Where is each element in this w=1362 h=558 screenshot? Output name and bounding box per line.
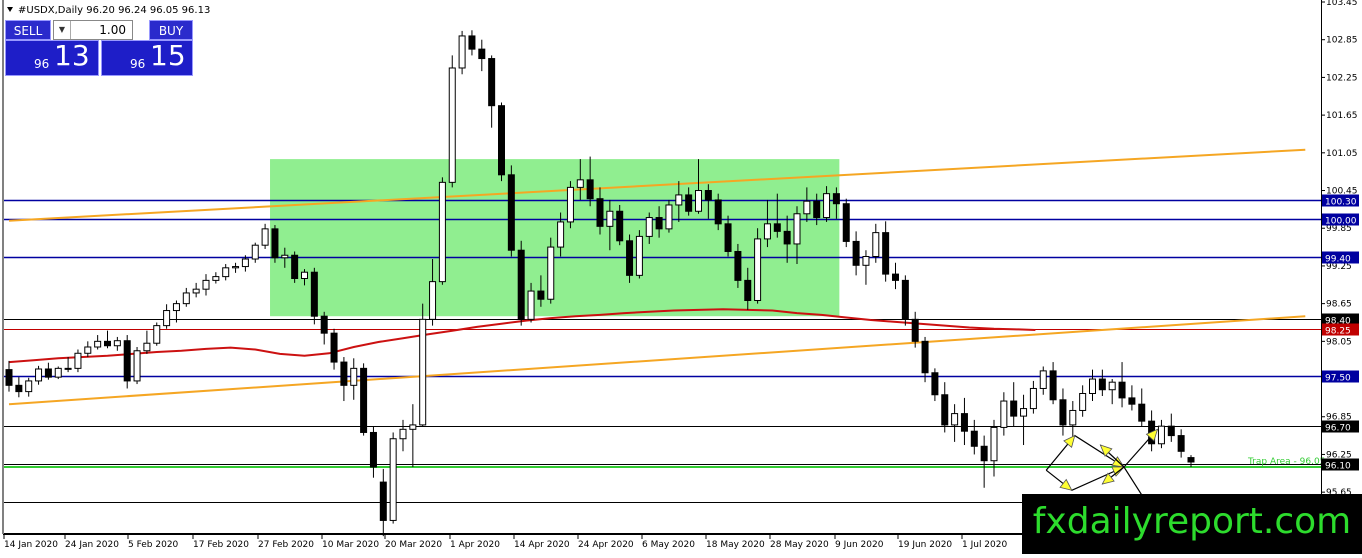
- candle: [566, 181, 574, 229]
- x-tick-label: 24 Apr 2020: [578, 540, 634, 550]
- candle: [665, 199, 673, 233]
- candle: [458, 30, 466, 75]
- candle: [498, 102, 505, 182]
- price-chart[interactable]: Trap Area - 96.05 103.45 102.85 102.25 101.…: [0, 0, 1362, 554]
- x-tick-label: 9 Jun 2020: [835, 540, 884, 550]
- y-tick-label: 103.45: [1326, 0, 1358, 8]
- candle: [438, 177, 446, 285]
- buy-price-box[interactable]: 96 15: [101, 39, 193, 76]
- candle: [635, 230, 643, 279]
- x-tick-label: 1 Jul 2020: [962, 540, 1007, 550]
- level-label: 97.50: [1325, 374, 1351, 384]
- y-tick-label: 102.85: [1326, 36, 1358, 46]
- candle: [153, 322, 161, 346]
- x-tick-label: 10 Mar 2020: [322, 540, 379, 550]
- level-label: 98.25: [1325, 327, 1351, 337]
- candle: [507, 165, 515, 257]
- candle: [360, 363, 368, 436]
- site-watermark: fxdailyreport.com: [1022, 494, 1362, 554]
- candle: [616, 204, 624, 246]
- y-tick-label: 98.05: [1326, 337, 1352, 347]
- x-tick-label: 20 Mar 2020: [385, 540, 442, 550]
- candle: [842, 198, 850, 248]
- candle: [901, 275, 909, 326]
- x-tick-label: 14 Jan 2020: [4, 540, 58, 550]
- level-label: 99.40: [1325, 255, 1351, 265]
- y-tick-label: 101.65: [1326, 111, 1358, 121]
- lot-size-field[interactable]: ▼ 1.00: [53, 20, 133, 40]
- buy-price-pips: 15: [150, 39, 186, 72]
- x-tick-label: 1 Apr 2020: [450, 540, 500, 550]
- symbol-header: #USDX,Daily 96.20 96.24 96.05 96.13: [18, 5, 210, 16]
- buy-button[interactable]: BUY: [149, 20, 193, 40]
- candle: [419, 303, 427, 427]
- candle: [54, 366, 62, 380]
- y-tick-label: 98.65: [1326, 300, 1352, 310]
- x-tick-label: 6 May 2020: [642, 540, 695, 550]
- candle: [133, 346, 141, 385]
- x-tick-label: 24 Jan 2020: [65, 540, 119, 550]
- candle: [271, 225, 279, 263]
- candle: [754, 228, 762, 304]
- x-tick-label: 18 May 2020: [706, 540, 765, 550]
- sell-button[interactable]: SELL: [5, 20, 51, 40]
- trap-area-label: Trap Area - 96.05: [1247, 457, 1325, 467]
- range-box: [270, 159, 840, 317]
- candle: [74, 349, 82, 373]
- level-label: 96.70: [1325, 424, 1351, 434]
- candle: [310, 267, 318, 325]
- lot-size-value: 1.00: [99, 23, 126, 37]
- x-tick-label: 14 Apr 2020: [514, 540, 570, 550]
- y-tick-label: 102.25: [1326, 73, 1358, 83]
- y-tick-label: 101.05: [1326, 149, 1358, 159]
- x-tick-label: 17 Feb 2020: [193, 540, 249, 550]
- sell-price-pips: 13: [54, 39, 90, 72]
- sell-price-box[interactable]: 96 13: [5, 39, 99, 76]
- level-label: 100.30: [1325, 198, 1357, 208]
- chart-canvas[interactable]: Trap Area - 96.05 103.45 102.85 102.25 101.…: [0, 0, 1362, 554]
- candle: [123, 335, 131, 389]
- x-tick-label: 28 May 2020: [770, 540, 829, 550]
- candle: [448, 55, 456, 188]
- level-label: 100.00: [1325, 217, 1357, 227]
- level-label: 96.10: [1325, 462, 1351, 472]
- candle: [626, 234, 634, 283]
- lot-dropdown-icon[interactable]: ▼: [54, 21, 71, 39]
- sell-price-prefix: 96: [34, 57, 50, 71]
- x-tick-label: 19 Jun 2020: [898, 540, 952, 550]
- candle: [517, 240, 525, 326]
- candle: [389, 432, 397, 524]
- candle: [547, 237, 555, 304]
- buy-price-prefix: 96: [130, 57, 146, 71]
- x-tick-label: 27 Feb 2020: [258, 540, 314, 550]
- one-click-trade-panel: SELL ▼ 1.00 BUY 96 13 96 15: [5, 20, 193, 76]
- x-tick-label: 5 Feb 2020: [128, 540, 179, 550]
- candle: [291, 251, 299, 283]
